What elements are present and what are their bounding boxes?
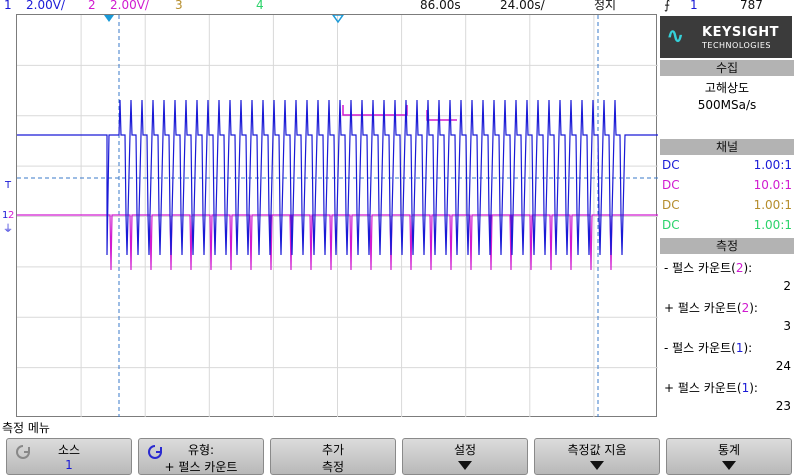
trigger-level-marker[interactable]: T	[5, 180, 11, 191]
acquire-mode: 고해상도	[704, 81, 750, 95]
submenu-arrow-icon	[722, 461, 736, 470]
waveform-canvas[interactable]	[17, 15, 658, 418]
keysight-logo: ∿ KEYSIGHT TECHNOLOGIES	[660, 16, 792, 58]
ch1-scale[interactable]: 2.00V/	[26, 0, 65, 11]
ch2-number[interactable]: 2	[88, 0, 96, 11]
measure-value: 3	[783, 319, 791, 333]
waveform-display[interactable]	[16, 14, 658, 418]
brand-name: KEYSIGHT	[702, 25, 779, 40]
keysight-wave-icon: ∿	[666, 24, 685, 49]
measure-header: 측정	[660, 238, 794, 254]
time-delay[interactable]: 86.00s	[420, 0, 461, 11]
menu-title: 측정 메뉴	[2, 421, 50, 435]
channel-row-1: DC 1.00:1	[662, 158, 792, 172]
type-softkey[interactable]: 유형: + 펄스 카운트	[138, 438, 264, 475]
ground-icon: ⏚	[3, 224, 13, 235]
trigger-position-marker	[104, 15, 114, 22]
ch2-scale[interactable]: 2.00V/	[110, 0, 149, 11]
add-measurement-softkey[interactable]: 추가 측정	[270, 438, 396, 475]
channel-row-4: DC 1.00:1	[662, 218, 792, 232]
measure-value: 2	[783, 279, 791, 293]
submenu-arrow-icon	[458, 461, 472, 470]
brand-sub: TECHNOLOGIES	[702, 41, 771, 50]
channels-header: 채널	[660, 139, 794, 155]
channel-row-3: DC 1.00:1	[662, 198, 792, 212]
settings-softkey[interactable]: 설정	[402, 438, 528, 475]
submenu-arrow-icon	[590, 461, 604, 470]
acquire-header: 수집	[660, 60, 794, 76]
measure-value: 24	[775, 359, 791, 373]
acquire-panel: 고해상도 500MSa/s	[660, 77, 794, 135]
run-state[interactable]: 정지	[594, 0, 616, 11]
clear-measurements-softkey[interactable]: 측정값 지움	[534, 438, 660, 475]
ch3-number[interactable]: 3	[175, 0, 183, 11]
source-softkey[interactable]: 소스 1	[6, 438, 132, 475]
measure-panel: - 펄스 카운트(2): 2 + 펄스 카운트(2): 3 - 펄스 카운트(1…	[660, 255, 794, 417]
ch4-number[interactable]: 4	[256, 0, 264, 11]
trigger-source[interactable]: 1	[690, 0, 698, 11]
channels-panel: DC 1.00:1 DC 10.0:1 DC 1.00:1 DC 1.00:1	[660, 156, 794, 236]
status-bar: 1 2.00V/ 2 2.00V/ 3 4 86.00s 24.00s/ 정지 …	[0, 0, 795, 14]
trigger-edge-icon: ⨍	[664, 0, 671, 12]
trigger-level[interactable]: 787	[740, 0, 763, 11]
ch1-number[interactable]: 1	[4, 0, 12, 11]
channel-row-2: DC 10.0:1	[662, 178, 792, 192]
time-scale[interactable]: 24.00s/	[500, 0, 545, 11]
statistics-softkey[interactable]: 통계	[666, 438, 792, 475]
acquire-rate: 500MSa/s	[697, 98, 757, 112]
measure-value: 23	[775, 399, 791, 413]
